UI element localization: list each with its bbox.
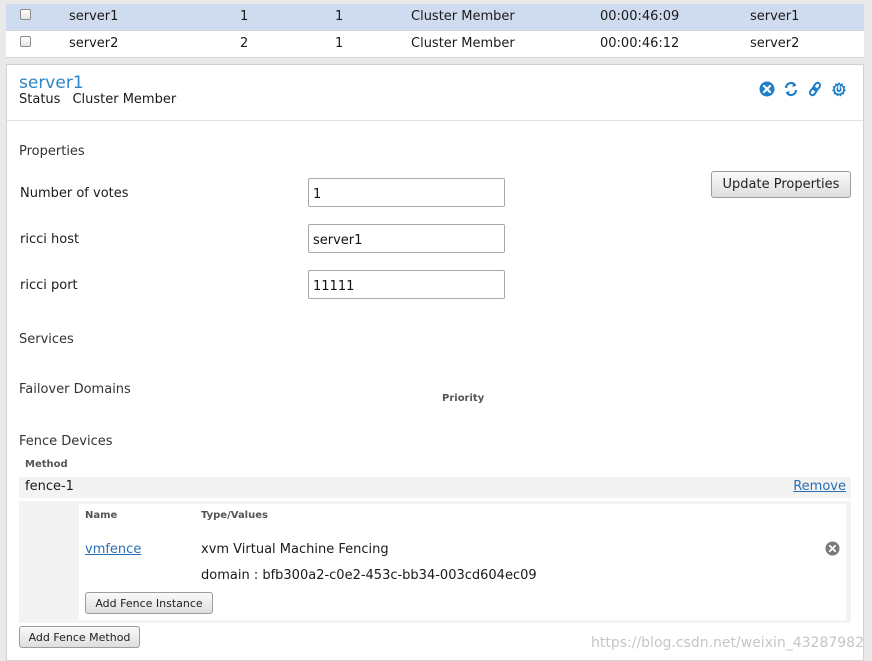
leave-cluster-icon[interactable] bbox=[759, 81, 775, 97]
fence-instance-domain: domain : bfb300a2-c0e2-453c-bb34-003cd60… bbox=[201, 568, 537, 583]
node-name: server1 bbox=[69, 9, 119, 24]
node-actions bbox=[759, 81, 847, 97]
link-icon[interactable] bbox=[807, 81, 823, 97]
add-fence-instance-button[interactable]: Add Fence Instance bbox=[85, 592, 213, 614]
fence-method-row: fence-1 Remove bbox=[19, 477, 851, 498]
fence-instance-box: Name Type/Values vmfence xvm Virtual Mac… bbox=[79, 504, 846, 620]
node-table: server1 1 1 Cluster Member 00:00:46:09 s… bbox=[6, 4, 864, 58]
node-uptime: 00:00:46:09 bbox=[600, 9, 680, 24]
node-name: server2 bbox=[69, 36, 119, 51]
ricci-port-label: ricci port bbox=[20, 278, 78, 293]
failover-domains-heading: Failover Domains bbox=[19, 382, 131, 397]
fence-instance-link[interactable]: vmfence bbox=[85, 542, 141, 557]
node-status: Cluster Member bbox=[411, 36, 515, 51]
fence-instance-container: Name Type/Values vmfence xvm Virtual Mac… bbox=[19, 501, 851, 623]
method-column-header: Method bbox=[25, 459, 68, 470]
votes-label: Number of votes bbox=[20, 186, 129, 201]
status-label: Status bbox=[19, 92, 61, 107]
row-checkbox[interactable] bbox=[20, 9, 31, 20]
delete-instance-icon[interactable] bbox=[825, 541, 840, 556]
power-icon[interactable] bbox=[831, 81, 847, 97]
ricci-host-label: ricci host bbox=[20, 232, 80, 247]
page-title: server1 bbox=[19, 73, 84, 93]
services-heading: Services bbox=[19, 332, 74, 347]
add-fence-method-button[interactable]: Add Fence Method bbox=[19, 626, 140, 648]
ricci-host-input[interactable] bbox=[308, 224, 505, 253]
reboot-icon[interactable] bbox=[783, 81, 799, 97]
remove-method-link[interactable]: Remove bbox=[793, 479, 846, 494]
type-column-header: Type/Values bbox=[201, 510, 268, 521]
node-status: Cluster Member bbox=[411, 9, 515, 24]
node-host: server2 bbox=[750, 36, 800, 51]
divider bbox=[7, 120, 863, 121]
watermark: https://blog.csdn.net/weixin_43287982 bbox=[590, 635, 864, 651]
fence-instance-type: xvm Virtual Machine Fencing bbox=[201, 542, 389, 557]
row-checkbox[interactable] bbox=[20, 36, 31, 47]
fence-method-name: fence-1 bbox=[25, 479, 74, 494]
table-row[interactable]: server1 1 1 Cluster Member 00:00:46:09 s… bbox=[6, 4, 864, 31]
table-row[interactable]: server2 2 1 Cluster Member 00:00:46:12 s… bbox=[6, 31, 864, 58]
ricci-port-input[interactable] bbox=[308, 270, 505, 299]
node-online: 1 bbox=[335, 36, 344, 51]
status-value: Cluster Member bbox=[72, 92, 177, 107]
node-votes: 2 bbox=[240, 36, 249, 51]
properties-heading: Properties bbox=[19, 144, 85, 159]
node-detail-panel: server1 Status Cluster Member Properties … bbox=[6, 64, 864, 661]
priority-column-header: Priority bbox=[442, 393, 485, 404]
node-host: server1 bbox=[750, 9, 800, 24]
votes-input[interactable] bbox=[308, 178, 505, 207]
node-online: 1 bbox=[335, 9, 344, 24]
status-line: Status Cluster Member bbox=[19, 92, 176, 107]
node-votes: 1 bbox=[240, 9, 249, 24]
name-column-header: Name bbox=[85, 510, 118, 521]
fence-devices-heading: Fence Devices bbox=[19, 434, 113, 449]
update-properties-button[interactable]: Update Properties bbox=[711, 171, 851, 198]
node-uptime: 00:00:46:12 bbox=[600, 36, 680, 51]
